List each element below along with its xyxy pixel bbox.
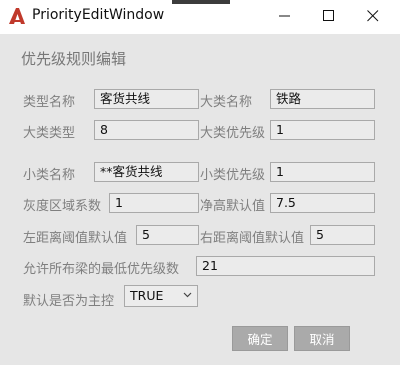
chevron-down-icon [183,292,192,298]
left-threshold-label: 左距离阈值默认值 [23,231,128,246]
min-priority-input[interactable]: 21 [196,256,375,276]
gray-coefficient-input[interactable]: 1 [109,193,199,213]
autocad-logo-icon [9,8,25,24]
ok-button[interactable]: 确定 [232,326,288,351]
major-priority-input[interactable]: 1 [270,120,375,140]
gray-coefficient-label: 灰度区域系数 [23,199,102,214]
minimize-button[interactable] [262,0,308,32]
minor-priority-label: 小类优先级 [200,168,266,183]
clearance-default-label: 净高默认值 [200,199,266,214]
min-priority-label: 允许所布梁的最低优先级数 [23,262,180,277]
main-control-select[interactable]: TRUE [124,285,198,307]
major-name-input[interactable]: 铁路 [270,89,375,109]
drag-grip[interactable] [172,0,230,4]
major-type-input[interactable]: 8 [94,120,199,140]
close-icon [367,10,379,22]
major-type-label: 大类类型 [23,126,76,141]
window-title: PriorityEditWindow [32,7,165,23]
minor-priority-input[interactable]: 1 [270,162,375,182]
right-threshold-input[interactable]: 5 [310,225,375,245]
title-bar[interactable]: PriorityEditWindow [0,0,400,34]
clearance-default-input[interactable]: 7.5 [270,193,375,213]
main-control-value: TRUE [130,288,164,303]
major-priority-label: 大类优先级 [200,126,266,141]
major-name-label: 大类名称 [200,95,253,110]
minimize-icon [279,15,290,17]
maximize-icon [323,10,334,21]
maximize-button[interactable] [306,0,352,32]
type-name-label: 类型名称 [23,95,76,110]
priority-edit-window: PriorityEditWindow 优先级规则编辑 类型名称 客货共线 大类名… [0,0,400,365]
minor-name-input[interactable]: **客货共线 [94,162,199,182]
right-threshold-label: 右距离阈值默认值 [200,231,305,246]
type-name-input[interactable]: 客货共线 [94,89,199,109]
minor-name-label: 小类名称 [23,168,76,183]
left-threshold-input[interactable]: 5 [136,225,199,245]
cancel-button[interactable]: 取消 [294,326,350,351]
close-button[interactable] [350,0,396,32]
page-heading: 优先级规则编辑 [21,50,127,68]
main-control-label: 默认是否为主控 [23,294,115,309]
